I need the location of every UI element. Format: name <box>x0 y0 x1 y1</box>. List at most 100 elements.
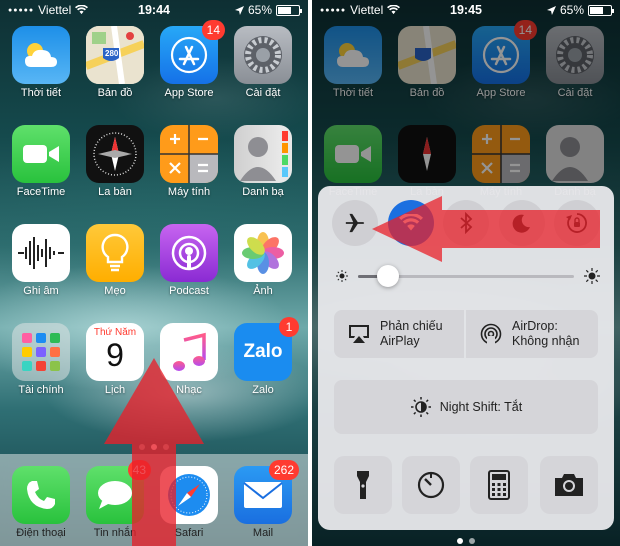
brightness-high-icon <box>584 268 600 284</box>
video-camera-icon <box>12 125 70 183</box>
maps-app[interactable]: 280 Bản đồ <box>86 26 144 99</box>
page-dot-current <box>457 538 463 544</box>
app-label: Máy tính <box>167 186 211 198</box>
waveform-icon <box>12 224 70 282</box>
app-label: Mail <box>252 527 274 539</box>
brightness-low-icon <box>336 270 348 282</box>
airdrop-line1: AirDrop: <box>512 319 558 333</box>
brightness-knob[interactable] <box>377 264 400 287</box>
envelope-icon: 262 <box>234 460 299 524</box>
podcast-app[interactable]: Podcast <box>160 224 218 297</box>
timer-icon <box>417 471 445 499</box>
compass-icon <box>86 125 144 183</box>
app-grid: Thời tiết 280 Bản đồ 14 App Store Cài đặ… <box>12 20 299 396</box>
control-center-page-indicator <box>312 538 620 544</box>
page-dot <box>469 538 475 544</box>
status-bar: ●●●●● Viettel 19:44 65% <box>0 0 308 20</box>
signal-dots-icon: ●●●●● <box>8 6 35 14</box>
airplay-button[interactable]: Phản chiếu AirPlay <box>334 310 464 358</box>
screenshot-stage: ●●●●● Viettel 19:44 65% Thời tiết 280 Bả… <box>0 0 620 546</box>
airplay-line1: Phản chiếu <box>380 319 443 333</box>
folder-icon <box>12 323 70 381</box>
app-label: La bàn <box>98 186 132 198</box>
camera-icon <box>555 474 583 496</box>
location-arrow-icon <box>546 5 556 15</box>
wifi-status-icon <box>75 5 89 15</box>
calculator-icon <box>488 470 510 500</box>
zalo-logo-text: Zalo <box>243 341 283 362</box>
app-label: Ghi âm <box>23 285 59 297</box>
timer-button[interactable] <box>402 456 460 514</box>
contacts-icon <box>234 125 292 183</box>
airdrop-line2: Không nhận <box>512 334 580 348</box>
app-label: Mẹo <box>104 285 126 297</box>
app-label: Tài chính <box>18 384 64 396</box>
facetime-app[interactable]: FaceTime <box>12 125 70 198</box>
photos-flower-icon <box>234 224 292 282</box>
battery-icon <box>588 4 614 16</box>
calculator-app[interactable]: Máy tính <box>160 125 218 198</box>
airplay-icon <box>349 325 369 343</box>
app-label: Điện thoại <box>16 527 66 539</box>
phone-app[interactable]: Điện thoại <box>12 466 70 539</box>
app-label: Cài đặt <box>245 87 281 99</box>
notification-badge: 14 <box>201 20 225 40</box>
app-label: Thời tiết <box>20 87 62 99</box>
app-store-app[interactable]: 14 App Store <box>160 20 225 99</box>
photos-app[interactable]: Ảnh <box>234 224 292 297</box>
airplane-icon <box>345 213 365 233</box>
cloud-sun-icon <box>12 26 70 84</box>
contacts-app[interactable]: Danh bạ <box>234 125 292 198</box>
voice-memos-app[interactable]: Ghi âm <box>12 224 70 297</box>
mail-app[interactable]: 262 Mail <box>234 460 299 539</box>
notification-badge: 262 <box>268 460 299 480</box>
clock: 19:45 <box>450 3 482 17</box>
app-label: Danh bạ <box>242 186 284 198</box>
finance-folder[interactable]: Tài chính <box>12 323 70 396</box>
app-label: Zalo <box>252 384 274 396</box>
control-center-screen: ●●●●● Viettel 19:45 65% Thời tiết Bản đồ… <box>312 0 620 546</box>
app-label: Ảnh <box>253 285 273 297</box>
carrier-name: Viettel <box>38 3 72 17</box>
app-label: App Store <box>164 87 214 99</box>
notification-badge: 1 <box>279 317 299 337</box>
camera-button[interactable] <box>540 456 598 514</box>
night-shift-label: Night Shift: Tắt <box>439 400 523 414</box>
tips-app[interactable]: Mẹo <box>86 224 144 297</box>
status-bar: ●●●●● Viettel 19:45 65% <box>312 0 620 20</box>
swipe-left-arrow <box>372 196 600 262</box>
brightness-track <box>358 264 574 287</box>
zalo-logo-icon: Zalo 1 <box>234 317 299 381</box>
flashlight-icon <box>357 471 369 499</box>
airdrop-icon <box>480 323 502 345</box>
calculator-button[interactable] <box>470 456 528 514</box>
app-label: Podcast <box>169 285 209 297</box>
swipe-up-arrow <box>104 358 204 546</box>
night-shift-sun-icon <box>410 397 431 417</box>
airplay-line2: AirPlay <box>380 334 420 348</box>
clock: 19:44 <box>138 3 170 17</box>
carrier-name: Viettel <box>350 3 384 17</box>
signal-dots-icon: ●●●●● <box>320 6 347 14</box>
night-shift-button[interactable]: Night Shift: Tắt <box>334 380 598 434</box>
battery-icon <box>276 4 302 16</box>
zalo-app[interactable]: Zalo 1 Zalo <box>234 317 299 396</box>
app-label: FaceTime <box>16 186 66 198</box>
wifi-status-icon <box>387 5 401 15</box>
weather-app[interactable]: Thời tiết <box>12 26 70 99</box>
settings-app[interactable]: Cài đặt <box>234 26 292 99</box>
flashlight-button[interactable] <box>334 456 392 514</box>
airdrop-button[interactable]: AirDrop: Không nhận <box>466 310 598 358</box>
compass-app[interactable]: La bàn <box>86 125 144 198</box>
app-label: Bản đồ <box>97 87 133 99</box>
podcast-icon <box>160 224 218 282</box>
location-arrow-icon <box>234 5 244 15</box>
highway-sign-text: 280 <box>105 49 119 58</box>
brightness-slider[interactable] <box>336 264 600 287</box>
home-screen: ●●●●● Viettel 19:44 65% Thời tiết 280 Bả… <box>0 0 308 546</box>
lightbulb-icon <box>86 224 144 282</box>
phone-icon <box>12 466 70 524</box>
gear-icon <box>234 26 292 84</box>
calculator-icon <box>160 125 218 183</box>
battery-percent: 65% <box>559 3 584 17</box>
